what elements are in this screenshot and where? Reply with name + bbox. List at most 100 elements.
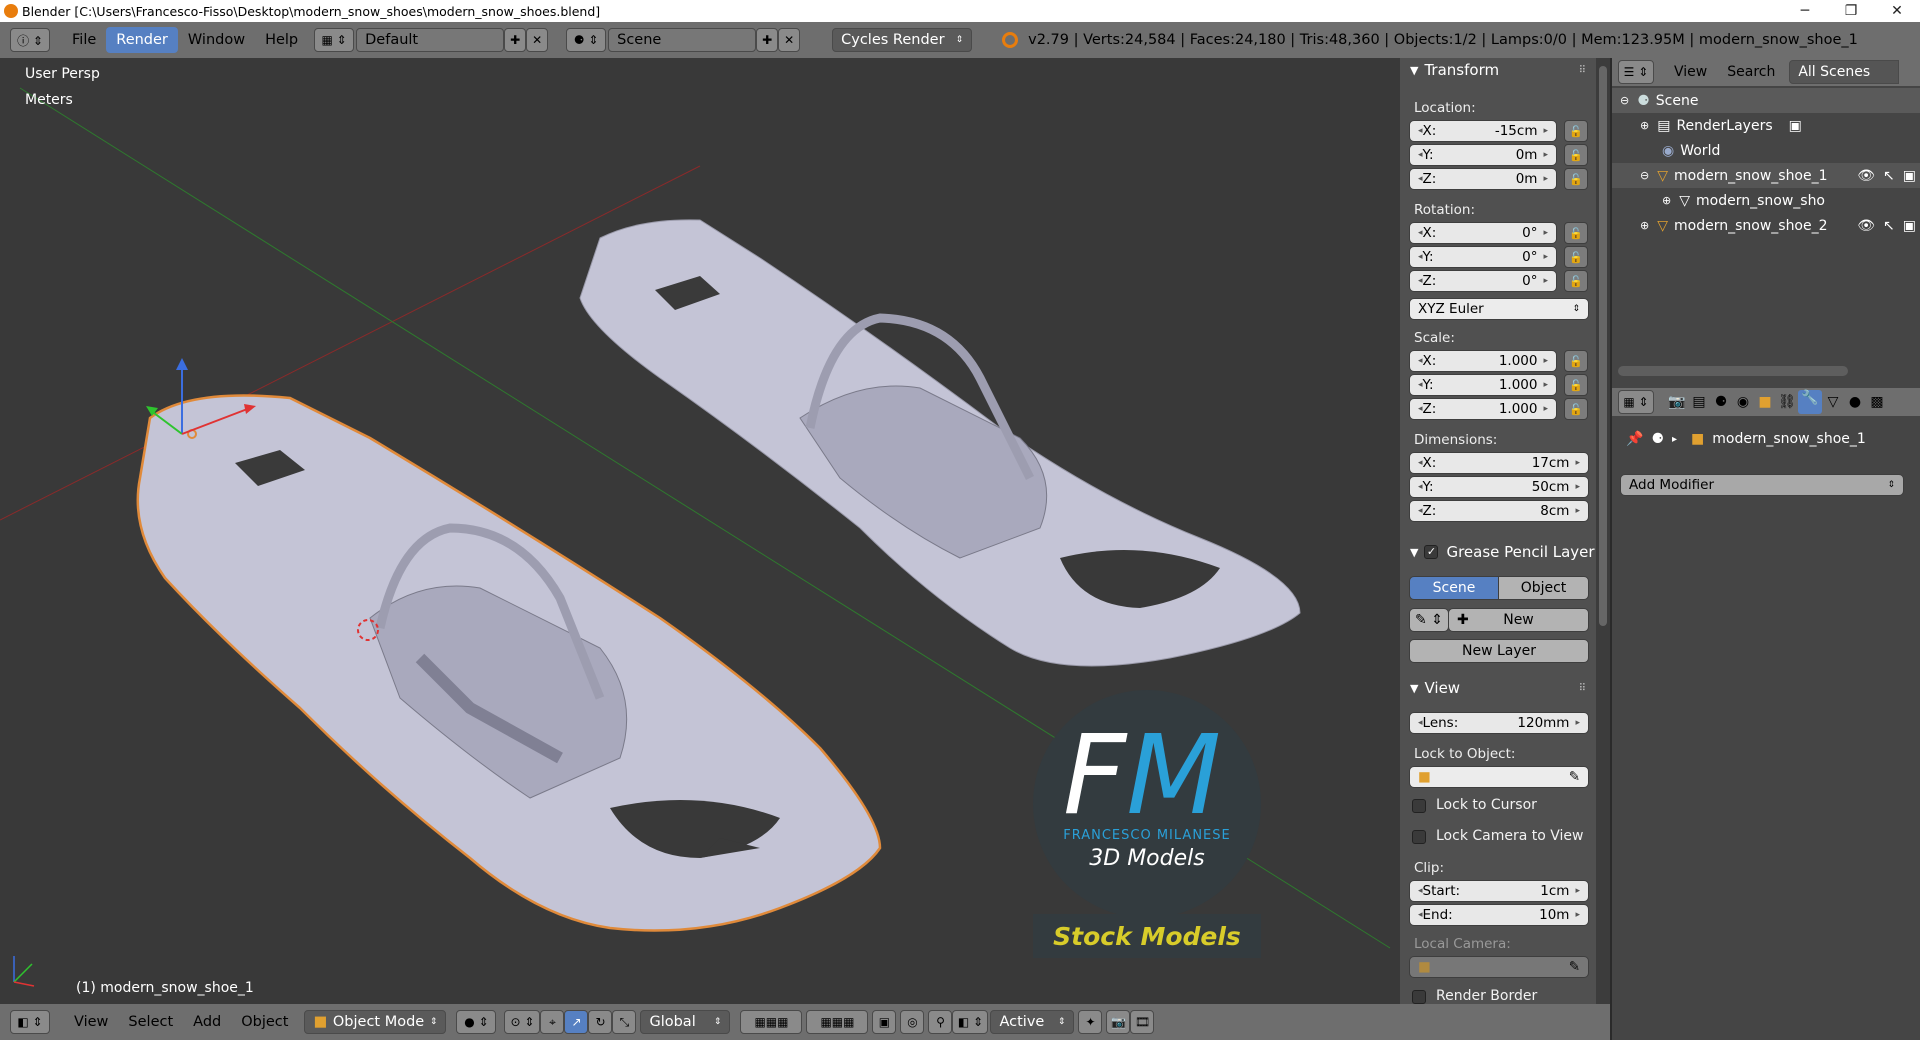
menu-object[interactable]: Object	[231, 1009, 298, 1035]
render-image-icon[interactable]: 📷	[1106, 1010, 1131, 1034]
outliner-filter-select[interactable]: All Scenes	[1789, 60, 1900, 84]
lock-icon[interactable]: 🔓	[1564, 270, 1588, 292]
grease-pencil-panel-header[interactable]: ▼ ✓ Grease Pencil Layer	[1400, 540, 1596, 564]
clip-end-field[interactable]: ◂ End: 10m ▸	[1409, 904, 1589, 926]
world-tab-icon[interactable]: ◉	[1732, 394, 1754, 410]
mode-select[interactable]: ■ Object Mode ⇕	[304, 1010, 447, 1034]
3d-viewport[interactable]: User Persp Meters (1) modern_snow_shoe_1…	[0, 58, 1400, 1004]
outliner-item-mesh-data[interactable]: ⊕ ▽ modern_snow_sho	[1612, 188, 1920, 213]
outliner-menu-view[interactable]: View	[1664, 59, 1717, 85]
modifiers-tab-icon[interactable]: 🔧	[1798, 390, 1822, 414]
lock-to-object-field[interactable]: ■ ✎	[1409, 766, 1589, 788]
rotation-mode-select[interactable]: XYZ Euler ⇕	[1409, 298, 1589, 320]
outliner-item-world[interactable]: ◉ World	[1612, 138, 1920, 163]
texture-tab-icon[interactable]: ▩	[1866, 394, 1888, 410]
viewport-shading-icon[interactable]: ● ⇕	[456, 1010, 497, 1034]
layer-buttons-icon[interactable]: ▦▦▦	[740, 1010, 803, 1034]
eye-icon[interactable]: 👁	[1857, 218, 1875, 234]
manipulator-toggle-icon[interactable]: ⌖	[540, 1010, 565, 1034]
scene-tab-icon[interactable]: ⚈	[1710, 394, 1732, 410]
cursor-select-icon[interactable]: ↖	[1883, 168, 1895, 184]
location-z-field[interactable]: ◂ Z: 0m ▸	[1409, 168, 1557, 190]
drag-handle-icon[interactable]: ⠿	[1579, 683, 1586, 694]
new-layer-button[interactable]: New Layer	[1409, 639, 1589, 663]
outliner-item-shoe-1[interactable]: ⊖ ▽ modern_snow_shoe_1 👁 ↖ ▣	[1612, 163, 1920, 188]
remove-scene-icon[interactable]: ✕	[778, 28, 801, 52]
dimension-y-field[interactable]: ◂ Y: 50cm ▸	[1409, 476, 1589, 498]
pencil-icon[interactable]: ✎ ⇕	[1409, 608, 1449, 632]
constraints-tab-icon[interactable]: ⛓	[1776, 394, 1798, 410]
snap-toggle-icon[interactable]: ⚲	[928, 1010, 953, 1034]
menu-view[interactable]: View	[64, 1009, 118, 1035]
snap-target-select[interactable]: Active ⇕	[990, 1010, 1075, 1034]
snap-element-icon[interactable]: ◧ ⇕	[952, 1010, 989, 1034]
grease-pencil-checkbox[interactable]: ✓	[1424, 545, 1439, 559]
add-scene-icon[interactable]: ✚	[756, 28, 779, 52]
layer-buttons-icon[interactable]: ▦▦▦	[806, 1010, 869, 1034]
translate-manipulator-icon[interactable]: ↗	[564, 1010, 589, 1034]
tab-scene[interactable]: Scene	[1409, 576, 1499, 600]
expand-icon[interactable]: ⊕	[1640, 119, 1649, 132]
render-engine-select[interactable]: Cycles Render ⇕	[832, 28, 973, 52]
outliner-item-renderlayers[interactable]: ⊕ ▤ RenderLayers ▣	[1612, 113, 1920, 138]
location-x-field[interactable]: ◂ X: -15cm ▸	[1409, 120, 1557, 142]
scale-z-field[interactable]: ◂ Z: 1.000 ▸	[1409, 398, 1557, 420]
view-panel-header[interactable]: ▼ View ⠿	[1400, 676, 1596, 700]
eye-icon[interactable]: 👁	[1857, 168, 1875, 184]
pivot-point-icon[interactable]: ⊙ ⇕	[504, 1010, 541, 1034]
scene-icon[interactable]: ⚈ ⇕	[566, 28, 607, 52]
scale-y-field[interactable]: ◂ Y: 1.000 ▸	[1409, 374, 1557, 396]
render-animation-icon[interactable]: 🎞	[1130, 1010, 1155, 1034]
outliner-scrollbar[interactable]	[1618, 366, 1848, 376]
minimize-button[interactable]: ─	[1782, 0, 1828, 22]
cursor-select-icon[interactable]: ↖	[1883, 218, 1895, 234]
expand-icon[interactable]: ⊕	[1662, 194, 1671, 207]
pin-icon[interactable]: 📌	[1626, 431, 1643, 447]
expand-icon[interactable]: ⊕	[1640, 219, 1649, 232]
lock-icon[interactable]: 🔓	[1564, 374, 1588, 396]
tab-object[interactable]: Object	[1498, 576, 1589, 600]
transform-panel-header[interactable]: ▼ Transform ⠿	[1400, 58, 1596, 82]
lock-to-cursor-checkbox[interactable]	[1412, 799, 1426, 813]
scrollbar-thumb[interactable]	[1599, 66, 1607, 626]
lock-icon[interactable]: 🔓	[1564, 398, 1588, 420]
menu-file[interactable]: File	[62, 27, 106, 53]
lens-field[interactable]: ◂ Lens: 120mm ▸	[1409, 712, 1589, 734]
lock-icon[interactable]: 🔓	[1564, 350, 1588, 372]
dimension-x-field[interactable]: ◂ X: 17cm ▸	[1409, 452, 1589, 474]
menu-render[interactable]: Render	[106, 27, 178, 53]
dimension-z-field[interactable]: ◂ Z: 8cm ▸	[1409, 500, 1589, 522]
scene-name-field[interactable]: Scene	[608, 28, 757, 52]
proportional-edit-icon[interactable]: ◎	[900, 1010, 925, 1034]
location-y-field[interactable]: ◂ Y: 0m ▸	[1409, 144, 1557, 166]
properties-scrollbar[interactable]	[1596, 58, 1610, 1004]
renderlayers-tab-icon[interactable]: ▤	[1688, 394, 1710, 410]
lock-icon[interactable]: 🔓	[1564, 222, 1588, 244]
menu-select[interactable]: Select	[118, 1009, 183, 1035]
lock-icon[interactable]: 🔓	[1564, 168, 1588, 190]
opengl-render-icon[interactable]: ✦	[1078, 1010, 1103, 1034]
lock-icon[interactable]: 🔓	[1564, 144, 1588, 166]
collapse-icon[interactable]: ⊖	[1620, 94, 1629, 107]
add-modifier-select[interactable]: Add Modifier ⇕	[1620, 474, 1904, 496]
close-button[interactable]: ✕	[1874, 0, 1920, 22]
render-border-checkbox[interactable]	[1412, 990, 1426, 1004]
properties-editor-icon[interactable]: ▦ ⇕	[1618, 390, 1654, 414]
transform-orientation-select[interactable]: Global ⇕	[640, 1010, 731, 1034]
editor-type-info-icon[interactable]: ⓘ ⇕	[10, 28, 50, 52]
outliner-item-shoe-2[interactable]: ⊕ ▽ modern_snow_shoe_2 👁 ↖ ▣	[1612, 213, 1920, 238]
rotation-y-field[interactable]: ◂ Y: 0° ▸	[1409, 246, 1557, 268]
render-tab-icon[interactable]: 📷	[1666, 394, 1688, 410]
maximize-button[interactable]: ❐	[1828, 0, 1874, 22]
menu-help[interactable]: Help	[255, 27, 308, 53]
add-layout-icon[interactable]: ✚	[504, 28, 527, 52]
layout-name-field[interactable]: Default	[356, 28, 505, 52]
rotation-x-field[interactable]: ◂ X: 0° ▸	[1409, 222, 1557, 244]
rotation-z-field[interactable]: ◂ Z: 0° ▸	[1409, 270, 1557, 292]
remove-layout-icon[interactable]: ✕	[526, 28, 549, 52]
menu-window[interactable]: Window	[178, 27, 255, 53]
scale-manipulator-icon[interactable]: ⤡	[612, 1010, 637, 1034]
lock-icon[interactable]: 🔓	[1564, 246, 1588, 268]
object-tab-icon[interactable]: ■	[1754, 394, 1776, 410]
data-tab-icon[interactable]: ▽	[1822, 394, 1844, 410]
